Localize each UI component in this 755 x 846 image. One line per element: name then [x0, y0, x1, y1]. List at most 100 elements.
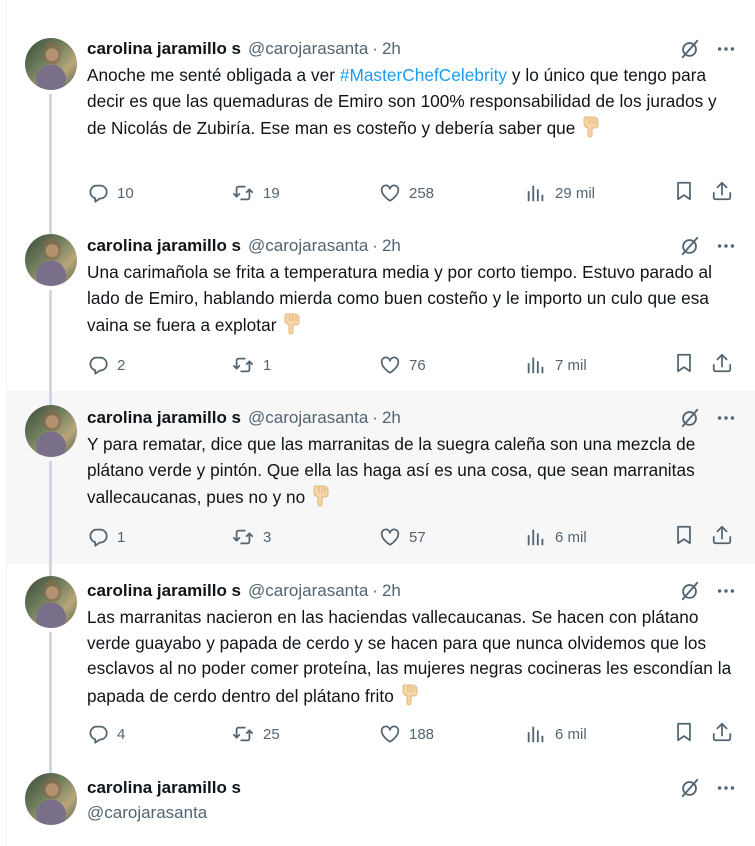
author-name[interactable]: carolina jaramillo s — [87, 408, 241, 428]
tweet[interactable]: carolina jaramillo s @carojarasanta · 2h… — [6, 0, 755, 228]
repost-button[interactable]: 19 — [231, 182, 280, 204]
views-count: 29 mil — [555, 184, 596, 202]
avatar[interactable] — [25, 576, 77, 628]
reply-button[interactable]: 4 — [87, 723, 125, 745]
replies-count: 10 — [117, 184, 134, 202]
author-name[interactable]: carolina jaramillo s — [87, 39, 241, 59]
grok-slash-icon[interactable] — [679, 777, 701, 799]
reposts-count: 19 — [263, 184, 280, 202]
author-handle[interactable]: @carojarasanta — [248, 236, 368, 256]
like-button[interactable]: 57 — [379, 526, 426, 548]
replies-count: 2 — [117, 356, 126, 374]
tweet-text: Una carimañola se frita a temperatura me… — [87, 260, 737, 343]
tweet-actions: 10 19 258 29 mil — [87, 181, 737, 205]
share-button[interactable] — [711, 524, 733, 550]
share-upload-icon — [711, 721, 733, 747]
views-button[interactable]: 29 mil — [525, 182, 595, 204]
timestamp[interactable]: 2h — [382, 408, 401, 428]
avatar[interactable] — [25, 773, 77, 825]
bookmark-icon — [673, 180, 695, 206]
reposts-count: 1 — [263, 356, 272, 374]
repost-icon — [231, 723, 255, 745]
reply-bubble-icon — [87, 182, 109, 204]
tweet-text: Anoche me senté obligada a ver #MasterCh… — [87, 63, 737, 146]
bookmark-button[interactable] — [673, 524, 695, 550]
author-name[interactable]: carolina jaramillo s — [87, 581, 241, 601]
like-button[interactable]: 188 — [379, 723, 434, 745]
more-dots-icon[interactable] — [715, 407, 737, 429]
timestamp[interactable]: 2h — [382, 581, 401, 601]
more-dots-icon[interactable] — [715, 777, 737, 799]
tweet-text-segment: Anoche me senté obligada a ver — [87, 65, 340, 85]
views-bars-icon — [525, 526, 547, 548]
bookmark-icon — [673, 524, 695, 550]
hand-pointing-down-emoji — [310, 483, 332, 515]
author-name[interactable]: carolina jaramillo s — [87, 778, 241, 798]
repost-icon — [231, 182, 255, 204]
repost-button[interactable]: 1 — [231, 354, 271, 376]
timestamp[interactable]: 2h — [382, 236, 401, 256]
separator-dot: · — [372, 581, 378, 600]
repost-button[interactable]: 25 — [231, 723, 280, 745]
bookmark-button[interactable] — [673, 721, 695, 747]
likes-count: 57 — [409, 528, 426, 546]
tweet-text: Y para rematar, dice que las marranitas … — [87, 432, 737, 515]
share-upload-icon — [711, 352, 733, 378]
grok-slash-icon[interactable] — [679, 580, 701, 602]
heart-icon — [379, 354, 401, 376]
replies-count: 4 — [117, 725, 126, 743]
reply-button[interactable]: 2 — [87, 354, 125, 376]
avatar[interactable] — [25, 38, 77, 90]
timestamp[interactable]: 2h — [382, 39, 401, 59]
like-button[interactable]: 258 — [379, 182, 434, 204]
author-name[interactable]: carolina jaramillo s — [87, 236, 241, 256]
grok-slash-icon[interactable] — [679, 407, 701, 429]
bookmark-icon — [673, 721, 695, 747]
tweet[interactable]: carolina jaramillo s @carojarasanta — [6, 761, 755, 846]
author-handle[interactable]: @carojarasanta — [87, 803, 737, 823]
avatar[interactable] — [25, 234, 77, 286]
reply-button[interactable]: 1 — [87, 526, 125, 548]
more-dots-icon[interactable] — [715, 580, 737, 602]
views-button[interactable]: 6 mil — [525, 723, 587, 745]
views-count: 7 mil — [555, 356, 587, 374]
author-handle[interactable]: @carojarasanta — [248, 408, 368, 428]
reposts-count: 25 — [263, 725, 280, 743]
tweet-actions: 1 3 57 6 mil — [87, 525, 737, 549]
bookmark-button[interactable] — [673, 180, 695, 206]
views-count: 6 mil — [555, 528, 587, 546]
tweet[interactable]: carolina jaramillo s @carojarasanta · 2h… — [6, 564, 755, 761]
share-button[interactable] — [711, 180, 733, 206]
share-button[interactable] — [711, 352, 733, 378]
tweet-text-segment: Y para rematar, dice que las marranitas … — [87, 434, 696, 507]
like-button[interactable]: 76 — [379, 354, 426, 376]
author-handle[interactable]: @carojarasanta — [248, 581, 368, 601]
views-button[interactable]: 7 mil — [525, 354, 587, 376]
reposts-count: 3 — [263, 528, 272, 546]
share-upload-icon — [711, 180, 733, 206]
likes-count: 258 — [409, 184, 435, 202]
repost-button[interactable]: 3 — [231, 526, 271, 548]
author-handle[interactable]: @carojarasanta — [248, 39, 368, 59]
hand-pointing-down-emoji — [399, 682, 421, 714]
tweet[interactable]: carolina jaramillo s @carojarasanta · 2h… — [6, 228, 755, 391]
hashtag-link[interactable]: #MasterChefCelebrity — [340, 65, 507, 85]
bookmark-button[interactable] — [673, 352, 695, 378]
share-button[interactable] — [711, 721, 733, 747]
views-bars-icon — [525, 182, 547, 204]
grok-slash-icon[interactable] — [679, 235, 701, 257]
hand-pointing-down-emoji — [580, 114, 602, 146]
avatar[interactable] — [25, 405, 77, 457]
thread-line — [49, 632, 52, 761]
share-upload-icon — [711, 524, 733, 550]
more-dots-icon[interactable] — [715, 235, 737, 257]
separator-dot: · — [372, 236, 378, 255]
grok-slash-icon[interactable] — [679, 38, 701, 60]
views-count: 6 mil — [555, 725, 587, 743]
hand-pointing-down-emoji — [281, 311, 303, 343]
more-dots-icon[interactable] — [715, 38, 737, 60]
reply-button[interactable]: 10 — [87, 182, 134, 204]
tweet[interactable]: carolina jaramillo s @carojarasanta · 2h… — [6, 391, 755, 564]
views-button[interactable]: 6 mil — [525, 526, 587, 548]
tweet-text: Las marranitas nacieron en las haciendas… — [87, 605, 737, 713]
